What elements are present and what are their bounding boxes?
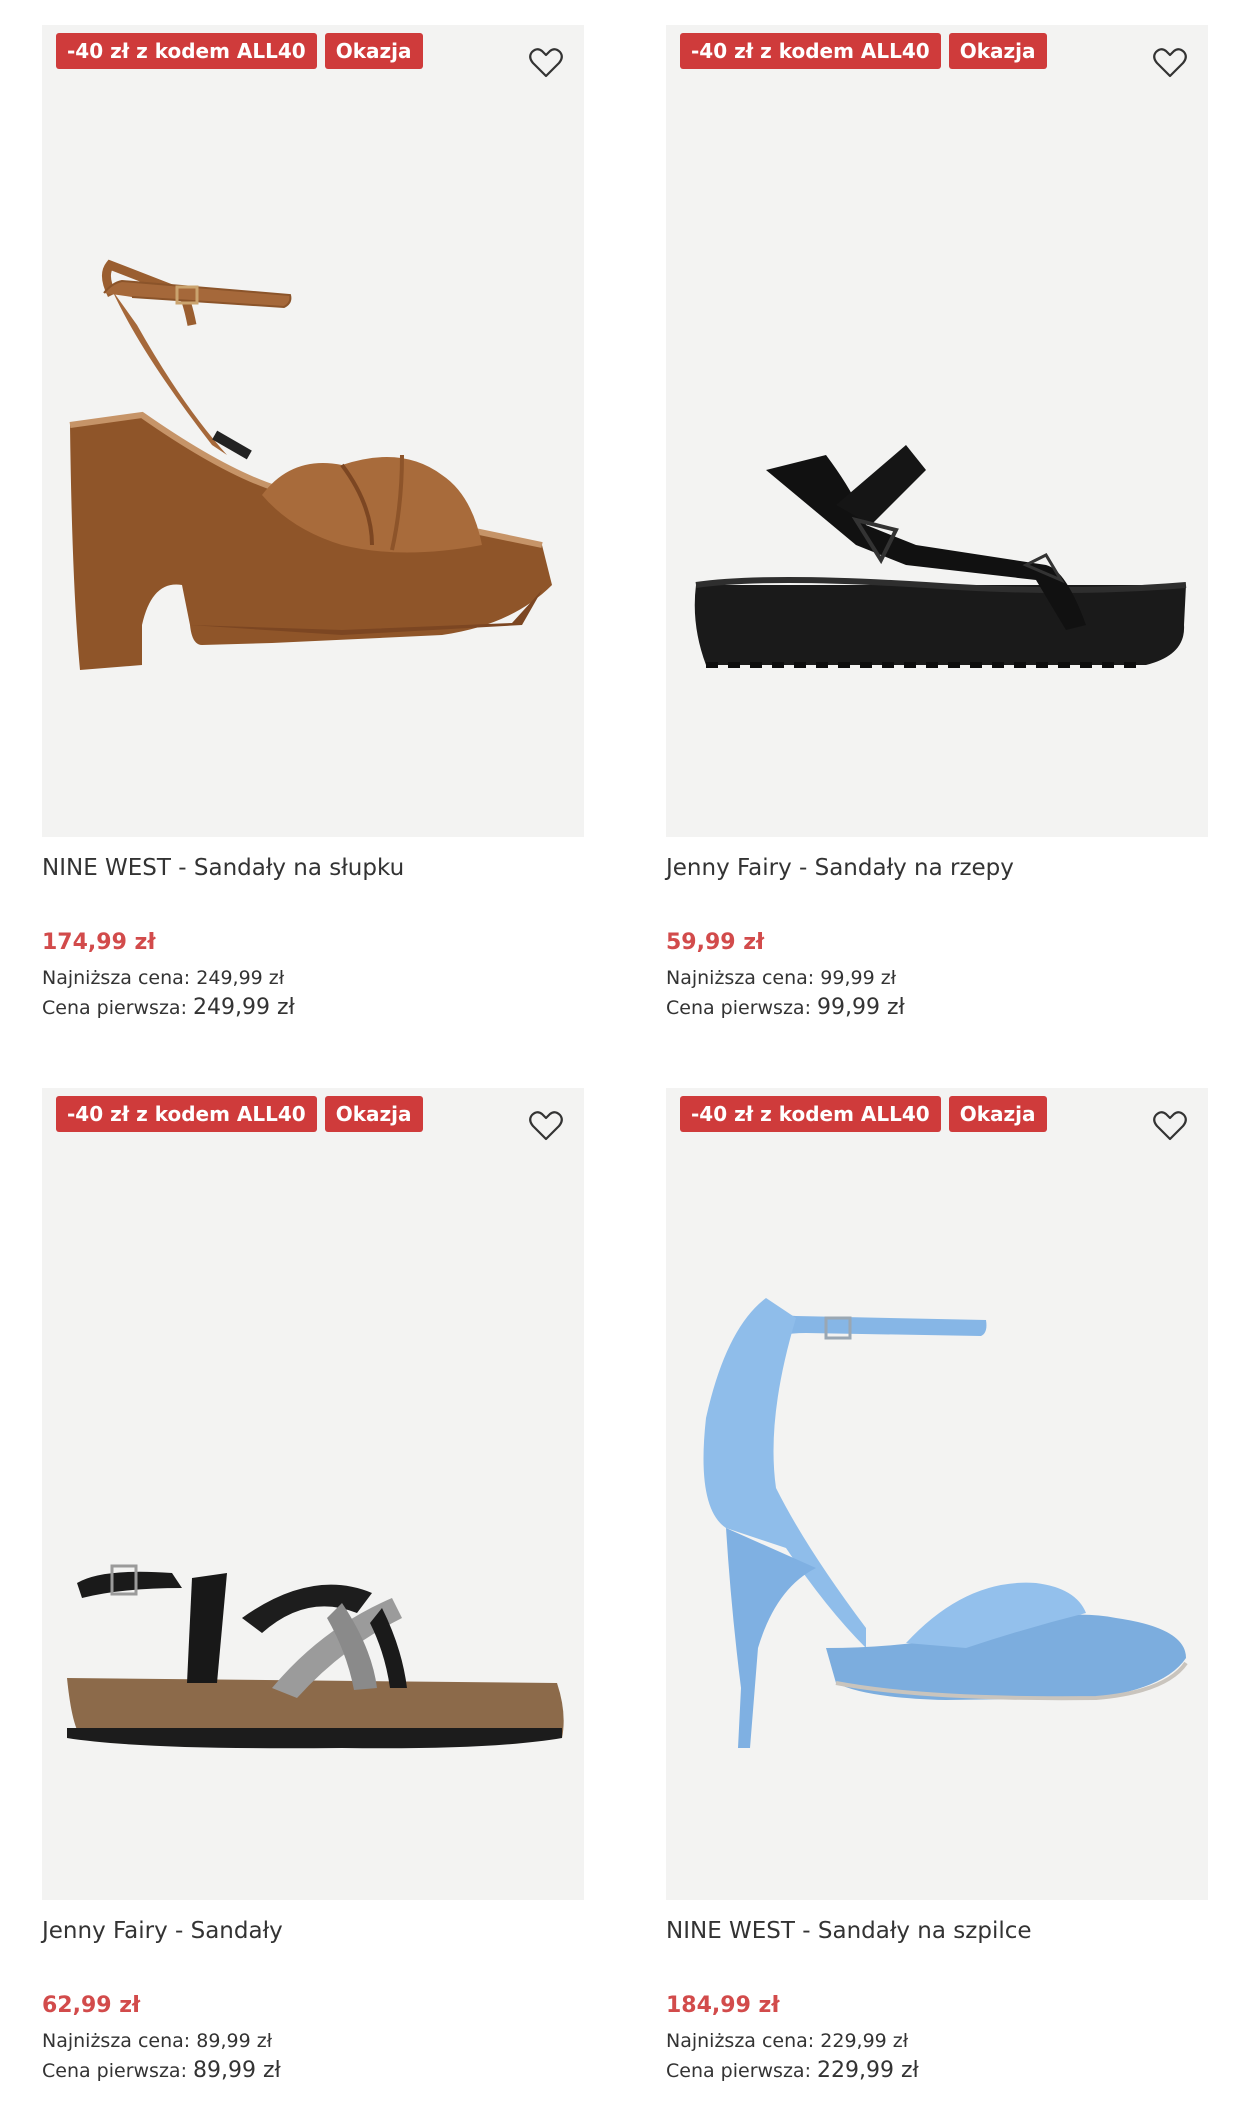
badge-group: -40 zł z kodem ALL40 Okazja xyxy=(680,33,1047,69)
lowest-price-label: Najniższa cena: xyxy=(666,967,815,989)
promo-badge: -40 zł z kodem ALL40 xyxy=(56,33,317,69)
first-price: Cena pierwsza: 229,99 zł xyxy=(666,2058,919,2083)
product-price: 184,99 zł xyxy=(666,1993,780,2018)
first-price-value: 99,99 zł xyxy=(817,995,905,1020)
lowest-price: Najniższa cena: 89,99 zł xyxy=(42,2030,272,2052)
lowest-price-label: Najniższa cena: xyxy=(42,967,191,989)
promo-badge: -40 zł z kodem ALL40 xyxy=(56,1096,317,1132)
heart-icon[interactable] xyxy=(1150,1106,1190,1146)
first-price: Cena pierwsza: 89,99 zł xyxy=(42,2058,281,2083)
deal-badge: Okazja xyxy=(948,33,1047,69)
lowest-price: Najniższa cena: 229,99 zł xyxy=(666,2030,908,2052)
product-image[interactable]: -40 zł z kodem ALL40 Okazja xyxy=(42,25,584,837)
product-title[interactable]: Jenny Fairy - Sandały na rzepy xyxy=(666,855,1014,881)
badge-group: -40 zł z kodem ALL40 Okazja xyxy=(56,1096,423,1132)
blue-stiletto-sandal xyxy=(703,1298,1188,1748)
product-image[interactable]: -40 zł z kodem ALL40 Okazja xyxy=(666,1088,1208,1900)
lowest-price-label: Najniższa cena: xyxy=(42,2030,191,2052)
lowest-price: Najniższa cena: 249,99 zł xyxy=(42,967,284,989)
black-velcro-sport-sandal xyxy=(694,445,1187,668)
black-silver-cork-sandal xyxy=(67,1564,564,1749)
lowest-price-value: 229,99 zł xyxy=(820,2030,909,2052)
product-price: 62,99 zł xyxy=(42,1993,141,2018)
lowest-price-label: Najniższa cena: xyxy=(666,2030,815,2052)
heart-icon[interactable] xyxy=(1150,43,1190,83)
lowest-price-value: 249,99 zł xyxy=(196,967,285,989)
heart-icon[interactable] xyxy=(526,1106,566,1146)
first-price-value: 89,99 zł xyxy=(193,2058,281,2083)
deal-badge: Okazja xyxy=(324,1096,423,1132)
brown-platform-block-heel-sandal xyxy=(69,259,552,670)
lowest-price-value: 89,99 zł xyxy=(196,2030,273,2052)
deal-badge: Okazja xyxy=(324,33,423,69)
promo-badge: -40 zł z kodem ALL40 xyxy=(680,33,941,69)
product-title[interactable]: NINE WEST - Sandały na szpilce xyxy=(666,1918,1032,1944)
product-price: 174,99 zł xyxy=(42,930,156,955)
product-title[interactable]: Jenny Fairy - Sandały xyxy=(42,1918,283,1944)
first-price: Cena pierwsza: 249,99 zł xyxy=(42,995,295,1020)
badge-group: -40 zł z kodem ALL40 Okazja xyxy=(680,1096,1047,1132)
first-price-label: Cena pierwsza: xyxy=(666,2060,811,2082)
lowest-price: Najniższa cena: 99,99 zł xyxy=(666,967,896,989)
first-price-value: 249,99 zł xyxy=(193,995,295,1020)
product-image[interactable]: -40 zł z kodem ALL40 Okazja xyxy=(42,1088,584,1900)
product-title[interactable]: NINE WEST - Sandały na słupku xyxy=(42,855,404,881)
first-price: Cena pierwsza: 99,99 zł xyxy=(666,995,905,1020)
heart-icon[interactable] xyxy=(526,43,566,83)
first-price-label: Cena pierwsza: xyxy=(42,2060,187,2082)
badge-group: -40 zł z kodem ALL40 Okazja xyxy=(56,33,423,69)
lowest-price-value: 99,99 zł xyxy=(820,967,897,989)
first-price-label: Cena pierwsza: xyxy=(42,997,187,1019)
first-price-label: Cena pierwsza: xyxy=(666,997,811,1019)
product-image[interactable]: -40 zł z kodem ALL40 Okazja xyxy=(666,25,1208,837)
product-price: 59,99 zł xyxy=(666,930,765,955)
promo-badge: -40 zł z kodem ALL40 xyxy=(680,1096,941,1132)
first-price-value: 229,99 zł xyxy=(817,2058,919,2083)
deal-badge: Okazja xyxy=(948,1096,1047,1132)
